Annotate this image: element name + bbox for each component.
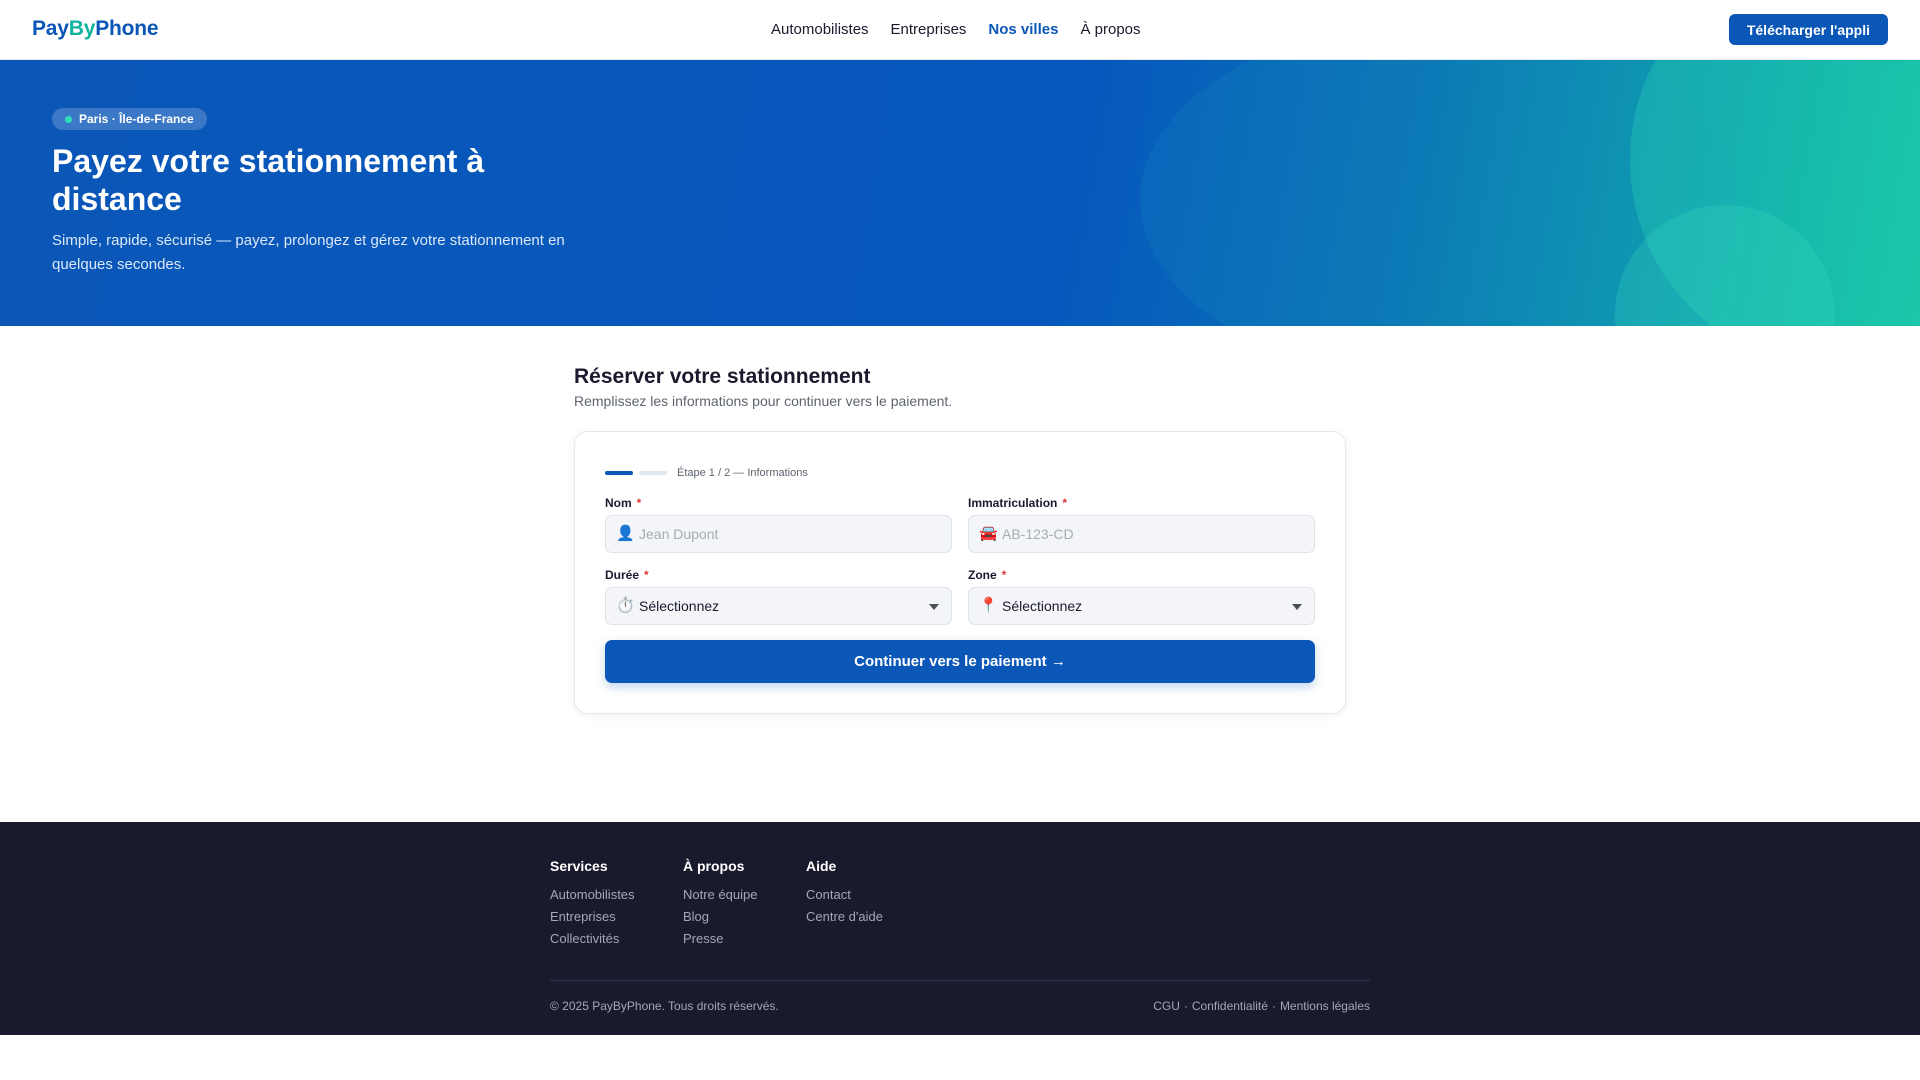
download-app-button[interactable]: Télécharger l'appli [1728, 14, 1888, 45]
immatriculation-field[interactable]: 🚘 [968, 515, 1315, 553]
duree-select[interactable]: ⏱️ Sélectionnez [605, 587, 952, 625]
required-mark: * [636, 496, 642, 510]
legal-link-cgu[interactable]: CGU [1153, 999, 1180, 1013]
footer-copyright: © 2025 PayByPhone. Tous droits réservés. [550, 999, 779, 1013]
footer-column-title: Aide [806, 858, 837, 874]
zone-select[interactable]: 📍 Sélectionnez [968, 587, 1315, 625]
required-mark: * [1062, 496, 1068, 510]
nom-field[interactable]: 👤 [605, 515, 952, 553]
footer-divider [550, 980, 1370, 981]
step-indicator: Étape 1 / 2 — Informations [605, 467, 808, 479]
footer-link[interactable]: Blog [683, 906, 757, 928]
nav-nos-villes[interactable]: Nos villes [988, 21, 1058, 38]
car-icon: 🚘 [979, 525, 998, 542]
nav-automobilistes[interactable]: Automobilistes [771, 21, 869, 38]
legal-link-confidentialite[interactable]: Confidentialité [1192, 999, 1268, 1013]
duree-select-value: Sélectionnez [639, 598, 720, 614]
footer-column-a-propos: À propos Notre équipe Blog Presse [683, 858, 757, 950]
zone-select-value: Sélectionnez [1002, 598, 1083, 614]
immatriculation-input[interactable] [1002, 526, 1292, 542]
footer-column-title: Services [550, 858, 608, 874]
required-mark: * [1001, 568, 1007, 582]
footer-link[interactable]: Automobilistes [550, 884, 635, 906]
status-dot-icon [65, 115, 72, 123]
hero-banner: Paris · Île-de-France Payez votre statio… [0, 60, 1920, 326]
continue-payment-button[interactable]: Continuer vers le paiement → [605, 640, 1315, 683]
hero-subtitle: Simple, rapide, sécurisé — payez, prolon… [52, 232, 565, 273]
site-header: PayByPhone Automobilistes Entreprises No… [0, 0, 1920, 60]
nav-a-propos[interactable]: À propos [1080, 21, 1140, 38]
footer-link[interactable]: Collectivités [550, 928, 635, 950]
legal-separator: · [1183, 999, 1188, 1013]
footer-link[interactable]: Presse [683, 928, 757, 950]
person-icon: 👤 [616, 525, 635, 542]
hero-title: Payez votre stationnement à distance [52, 143, 485, 217]
legal-separator: · [1271, 999, 1276, 1013]
logo[interactable]: PayByPhone [32, 17, 159, 41]
step-bar-active [605, 471, 633, 475]
chevron-down-icon [1292, 604, 1302, 610]
location-badge: Paris · Île-de-France [52, 108, 207, 130]
nom-label: Nom * [605, 496, 642, 510]
footer-link[interactable]: Centre d'aide [806, 906, 883, 928]
location-badge-label: Paris · Île-de-France [79, 112, 194, 126]
chevron-down-icon [929, 604, 939, 610]
step-label: Étape 1 / 2 — Informations [677, 467, 808, 479]
main-nav: Automobilistes Entreprises Nos villes À … [771, 21, 1141, 38]
form-title: Réserver votre stationnement [574, 365, 871, 388]
nom-input[interactable] [639, 526, 929, 542]
footer-legal-links: CGU · Confidentialité · Mentions légales [1153, 999, 1370, 1013]
footer-column-title: À propos [683, 858, 745, 874]
pin-icon: 📍 [979, 597, 998, 614]
zone-label: Zone * [968, 568, 1007, 582]
step-bar-inactive [639, 471, 667, 475]
site-footer: Services Automobilistes Entreprises Coll… [0, 822, 1920, 1035]
footer-link[interactable]: Entreprises [550, 906, 635, 928]
footer-link[interactable]: Notre équipe [683, 884, 757, 906]
footer-link[interactable]: Contact [806, 884, 883, 906]
nav-entreprises[interactable]: Entreprises [891, 21, 967, 38]
required-mark: * [644, 568, 649, 582]
footer-column-aide: Aide Contact Centre d'aide [806, 858, 883, 928]
duree-label: Durée * [605, 568, 649, 582]
footer-column-services: Services Automobilistes Entreprises Coll… [550, 858, 635, 950]
immatriculation-label: Immatriculation * [968, 496, 1068, 510]
legal-link-mentions[interactable]: Mentions légales [1280, 999, 1370, 1013]
booking-form-card: Étape 1 / 2 — Informations Nom* 👤 Immatr… [574, 431, 1346, 714]
form-subtitle: Remplissez les informations pour continu… [574, 393, 953, 409]
stopwatch-icon: ⏱️ [616, 597, 635, 614]
